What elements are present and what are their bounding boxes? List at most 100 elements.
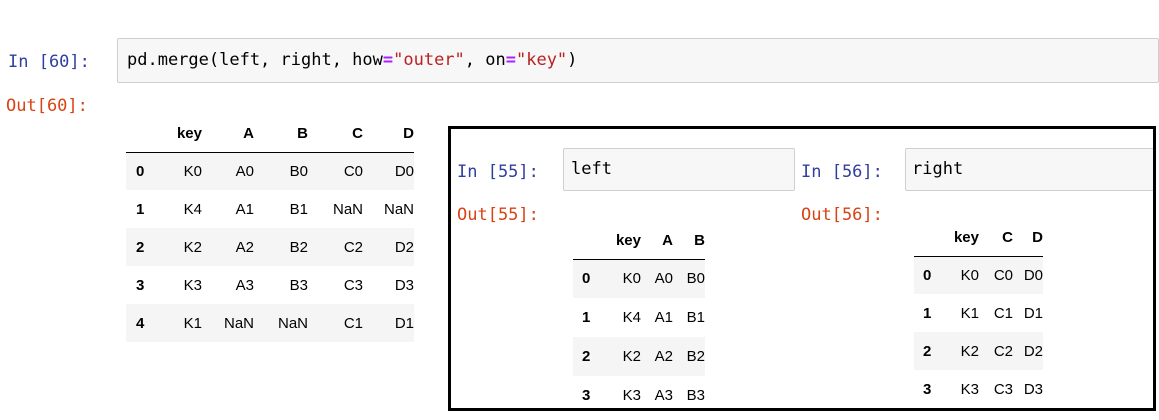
- output-prompt: Out[55]:: [457, 205, 539, 225]
- row-index: 0: [136, 162, 145, 180]
- table-row: 2 K2 C2 D2: [914, 332, 1043, 370]
- table-row: 0 K0 A0 B0 C0 D0: [126, 152, 414, 190]
- table-cell: K2: [622, 348, 641, 365]
- input-prompt: In [60]:: [8, 52, 90, 72]
- table-row: 2 K2 A2 B2 C2 D2: [126, 228, 414, 266]
- inputs-overlay-panel: In [55]: left Out[55]: key A B 0 K0 A0 B…: [448, 126, 1156, 411]
- table-row: 3 K3 C3 D3: [914, 370, 1043, 408]
- row-index: 1: [923, 304, 932, 322]
- table-cell: D2: [394, 238, 414, 256]
- right-dataframe-table: key C D 0 K0 C0 D0 1 K1 C1 D1 2 K2 C2 D2…: [914, 220, 1043, 408]
- table-row: 0 K0 C0 D0: [914, 256, 1043, 294]
- column-header: A: [202, 116, 254, 153]
- table-cell: D1: [394, 314, 414, 332]
- column-header: key: [605, 222, 641, 260]
- table-cell: C2: [343, 238, 363, 256]
- table-cell: NaN: [332, 200, 363, 218]
- merged-dataframe-table: key A B C D 0 K0 A0 B0 C0 D0 1 K4 A1 B1 …: [126, 116, 414, 342]
- table-row: 4 K1 NaN NaN C1 D1: [126, 304, 414, 342]
- table-cell: D0: [394, 162, 414, 180]
- table-cell: C0: [343, 162, 363, 180]
- column-header: A: [641, 222, 673, 260]
- column-header: key: [164, 116, 202, 153]
- code-variable: left: [571, 159, 612, 179]
- code-argument: , on: [464, 50, 506, 70]
- code-operator: =: [382, 50, 394, 70]
- code-string: "key": [515, 50, 568, 70]
- table-cell: B3: [686, 387, 705, 404]
- row-index: 3: [582, 387, 591, 404]
- code-close-paren: ): [567, 50, 578, 70]
- row-index: 0: [923, 266, 932, 284]
- output-prompt: Out[60]:: [6, 96, 88, 116]
- table-cell: NaN: [277, 314, 308, 332]
- row-index: 2: [923, 342, 932, 360]
- table-cell: K2: [960, 342, 979, 360]
- table-cell: C3: [343, 276, 363, 294]
- table-row: 3 K3 A3 B3 C3 D3: [126, 266, 414, 304]
- left-code-input-cell[interactable]: left: [563, 148, 795, 191]
- row-index: 2: [136, 238, 145, 256]
- table-cell: K4: [183, 200, 202, 218]
- output-prompt: Out[56]:: [801, 205, 883, 225]
- table-row: 0 K0 A0 B0: [573, 259, 705, 298]
- row-index: 4: [136, 314, 145, 332]
- table-cell: NaN: [223, 314, 254, 332]
- table-cell: C1: [343, 314, 363, 332]
- code-operator: =: [505, 50, 516, 70]
- table-cell: B1: [289, 200, 308, 218]
- table-cell: K3: [183, 276, 202, 294]
- table-cell: K3: [622, 387, 641, 404]
- table-cell: K3: [960, 380, 979, 398]
- table-cell: B2: [289, 238, 308, 256]
- table-cell: C1: [993, 304, 1013, 322]
- table-cell: C2: [993, 342, 1013, 360]
- table-cell: C0: [993, 266, 1013, 284]
- column-header: C: [979, 220, 1013, 257]
- table-row: 1 K4 A1 B1 NaN NaN: [126, 190, 414, 228]
- table-cell: A2: [654, 348, 673, 365]
- input-prompt: In [55]:: [457, 162, 539, 182]
- row-index: 3: [923, 380, 932, 398]
- table-cell: B0: [289, 162, 308, 180]
- table-row: 3 K3 A3 B3: [573, 376, 705, 408]
- table-cell: B3: [289, 276, 308, 294]
- table-cell: D1: [1023, 304, 1043, 322]
- row-index: 1: [582, 309, 591, 326]
- table-cell: A3: [654, 387, 673, 404]
- row-index: 1: [136, 200, 145, 218]
- table-cell: K1: [960, 304, 979, 322]
- index-header: [573, 222, 605, 260]
- table-cell: A3: [235, 276, 254, 294]
- table-cell: B0: [686, 270, 705, 288]
- row-index: 2: [582, 348, 591, 365]
- column-header: D: [1013, 220, 1043, 257]
- table-cell: B1: [686, 309, 705, 326]
- code-string: "outer": [393, 50, 465, 70]
- table-cell: D3: [394, 276, 414, 294]
- left-dataframe-table: key A B 0 K0 A0 B0 1 K4 A1 B1 2 K2 A2 B2…: [573, 222, 705, 408]
- table-cell: A1: [654, 309, 673, 326]
- table-cell: D2: [1023, 342, 1043, 360]
- table-cell: B2: [686, 348, 705, 365]
- table-cell: A0: [654, 270, 673, 288]
- table-cell: K4: [622, 309, 641, 326]
- index-header: [126, 116, 164, 153]
- table-cell: D3: [1023, 380, 1043, 398]
- table-row: 2 K2 A2 B2: [573, 337, 705, 376]
- row-index: 0: [582, 270, 591, 288]
- table-cell: A2: [235, 238, 254, 256]
- right-code-input-cell[interactable]: right: [905, 148, 1153, 191]
- column-header: D: [363, 116, 414, 153]
- column-header: B: [673, 222, 705, 260]
- table-cell: K0: [960, 266, 979, 284]
- column-header: B: [254, 116, 308, 153]
- index-header: [914, 220, 947, 257]
- table-cell: D0: [1023, 266, 1043, 284]
- input-prompt: In [56]:: [801, 162, 883, 182]
- table-cell: K1: [183, 314, 202, 332]
- code-input-cell[interactable]: pd.merge(left, right, how = "outer", on = "k…: [117, 38, 1159, 83]
- column-header: C: [308, 116, 363, 153]
- row-index: 3: [136, 276, 145, 294]
- table-cell: K2: [183, 238, 202, 256]
